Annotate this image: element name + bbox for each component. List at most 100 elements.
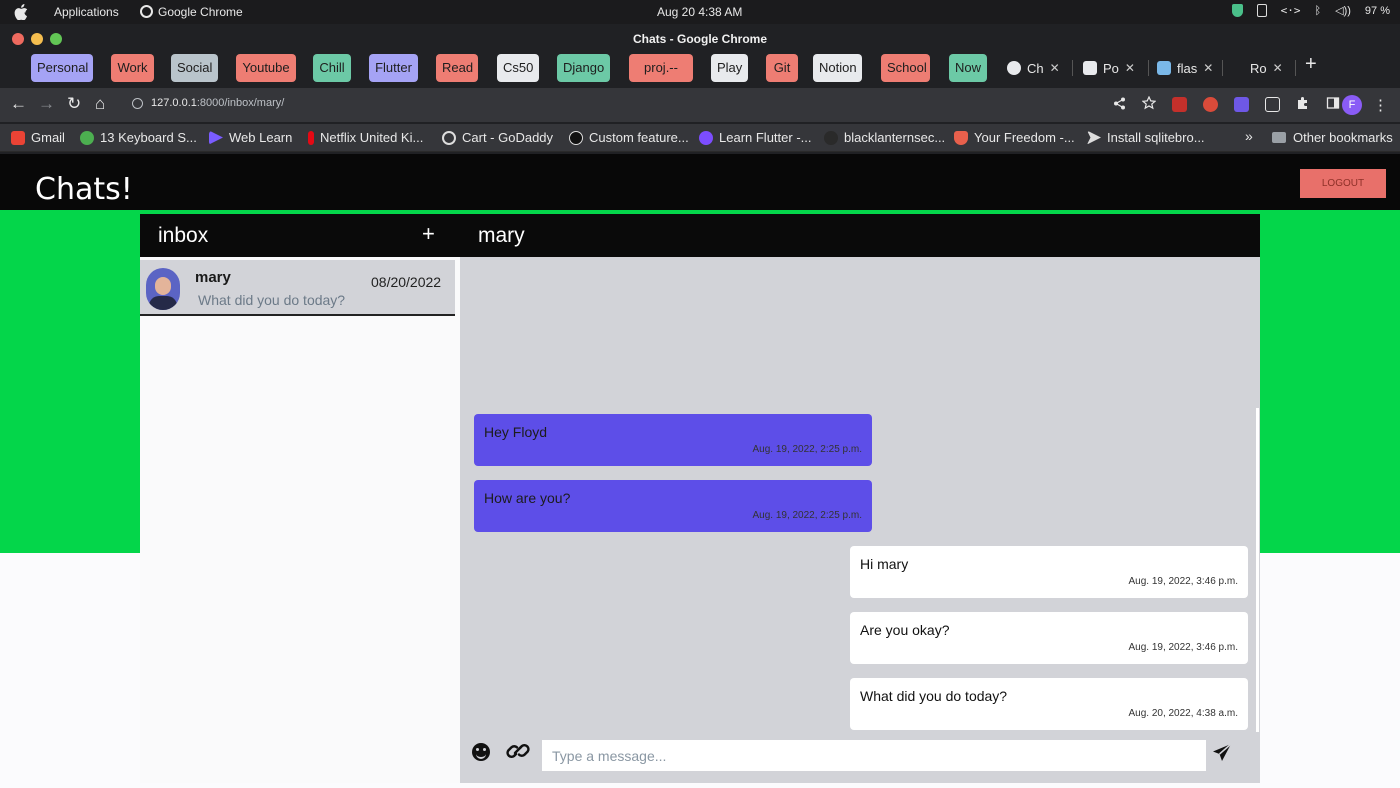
code-icon[interactable]: <·> xyxy=(1281,4,1301,17)
youtube-extension-icon[interactable] xyxy=(1172,97,1187,112)
tab-chats[interactable]: Ch ✕ xyxy=(1007,56,1060,80)
bookmarks-overflow-button[interactable]: » xyxy=(1245,128,1253,144)
site-info-icon[interactable] xyxy=(132,97,143,109)
tab-group-chill[interactable]: Chill xyxy=(313,54,351,82)
tab-divider xyxy=(1148,60,1149,76)
other-bookmarks-label: Other bookmarks xyxy=(1293,130,1393,145)
other-bookmarks-folder[interactable]: Other bookmarks xyxy=(1272,130,1393,145)
vpn-shield-icon[interactable] xyxy=(1231,4,1243,17)
avatar-head xyxy=(155,277,171,295)
message-text: How are you? xyxy=(484,490,571,506)
chrome-menu-button[interactable]: ⋮ xyxy=(1373,96,1388,114)
tab-group-play[interactable]: Play xyxy=(711,54,748,82)
address-bar[interactable]: 127.0.0.1:8000/inbox/mary/ xyxy=(132,97,284,109)
avatar xyxy=(146,268,180,310)
bookmarks-bar: Gmail 13 Keyboard S... Web Learn Netflix… xyxy=(0,124,1400,152)
close-tab-icon[interactable]: ✕ xyxy=(1125,61,1135,75)
tab-group-school[interactable]: School xyxy=(881,54,930,82)
tab-strip: Personal Work Social Youtube Chill Flutt… xyxy=(0,52,1400,103)
clock[interactable]: Aug 20 4:38 AM xyxy=(657,5,742,19)
minimize-window-button[interactable] xyxy=(31,33,43,45)
ublock-extension-icon[interactable] xyxy=(1203,97,1218,112)
attach-link-icon[interactable] xyxy=(506,740,530,767)
message-list[interactable]: Hey Floyd Aug. 19, 2022, 2:25 p.m. How a… xyxy=(460,257,1260,732)
logout-button[interactable]: LOGOUT xyxy=(1300,169,1386,198)
bookmark-gmail[interactable]: Gmail xyxy=(11,130,65,145)
applications-menu[interactable]: Applications xyxy=(54,5,119,19)
tab-group-git[interactable]: Git xyxy=(766,54,798,82)
bookmark-web-learn[interactable]: Web Learn xyxy=(209,130,292,145)
tab-group-youtube[interactable]: Youtube xyxy=(236,54,296,82)
inbox-title: inbox xyxy=(158,224,209,247)
send-icon[interactable] xyxy=(1212,743,1232,768)
battery-indicator[interactable]: 97 % xyxy=(1365,5,1390,17)
tab-label: Ch xyxy=(1027,60,1044,76)
clipboard-icon[interactable] xyxy=(1256,4,1267,17)
volume-icon[interactable]: ◁)) xyxy=(1335,4,1351,17)
bookmark-custom-feature[interactable]: Custom feature... xyxy=(569,130,689,145)
tab-group-personal[interactable]: Personal xyxy=(31,54,93,82)
chrome-app-label: Google Chrome xyxy=(158,5,243,19)
message-incoming: How are you? Aug. 19, 2022, 2:25 p.m. xyxy=(474,480,872,532)
bookmark-sqlitebrowser[interactable]: Install sqlitebro... xyxy=(1087,130,1205,145)
new-chat-button[interactable]: + xyxy=(422,221,435,247)
message-scrollbar[interactable] xyxy=(1256,408,1259,733)
forward-button[interactable]: → xyxy=(38,94,55,114)
home-button[interactable]: ⌂ xyxy=(95,94,105,114)
chrome-app-menu[interactable]: Google Chrome xyxy=(140,4,243,19)
tab-label: Po xyxy=(1103,60,1119,76)
profile-avatar[interactable]: F xyxy=(1342,95,1362,115)
close-tab-icon[interactable]: ✕ xyxy=(1273,61,1283,75)
tab-group-django[interactable]: Django xyxy=(557,54,610,82)
apple-icon[interactable] xyxy=(14,4,28,20)
message-input[interactable] xyxy=(542,740,1206,771)
bookmark-star-icon[interactable] xyxy=(1141,95,1157,113)
bookmark-learn-flutter[interactable]: Learn Flutter -... xyxy=(699,130,811,145)
bluetooth-icon[interactable]: ᛒ xyxy=(1315,5,1322,17)
tab-group-notion[interactable]: Notion xyxy=(813,54,862,82)
message-outgoing: Hi mary Aug. 19, 2022, 3:46 p.m. xyxy=(850,546,1248,598)
bookmark-label: Your Freedom -... xyxy=(974,130,1075,145)
bookmark-blacklantern[interactable]: blacklanternsec... xyxy=(824,130,945,145)
back-button[interactable]: ← xyxy=(10,94,27,114)
site-brand[interactable]: Chats! xyxy=(35,172,133,207)
tab-po[interactable]: Po ✕ xyxy=(1083,56,1135,80)
share-icon[interactable] xyxy=(1113,97,1126,113)
tab-flask[interactable]: flas ✕ xyxy=(1157,56,1213,80)
tab-group-proj-ref[interactable]: proj.--ref. xyxy=(629,54,693,103)
emoji-icon[interactable] xyxy=(472,743,490,761)
bookmark-netflix[interactable]: Netflix United Ki... xyxy=(308,130,423,145)
play-icon xyxy=(209,130,223,145)
bookmark-keyboard[interactable]: 13 Keyboard S... xyxy=(80,130,197,145)
web-page: Chats! LOGOUT inbox + mary 08/20/2022 Wh… xyxy=(0,154,1400,788)
maximize-window-button[interactable] xyxy=(50,33,62,45)
window-controls xyxy=(12,33,62,45)
tab-group-social[interactable]: Social xyxy=(171,54,218,82)
url-host: 127.0.0.1 xyxy=(151,97,197,109)
tab-divider xyxy=(1295,60,1296,76)
tab-group-work[interactable]: Work xyxy=(111,54,154,82)
close-tab-icon[interactable]: ✕ xyxy=(1203,61,1213,75)
new-tab-button[interactable]: + xyxy=(1305,53,1317,76)
close-window-button[interactable] xyxy=(12,33,24,45)
circle-icon xyxy=(569,130,583,145)
tab-group-flutter[interactable]: Flutter xyxy=(369,54,418,82)
message-timestamp: Aug. 19, 2022, 3:46 p.m. xyxy=(1128,576,1238,587)
tab-group-now[interactable]: Now xyxy=(949,54,987,82)
tab-group-read[interactable]: Read xyxy=(436,54,478,82)
side-panel-icon[interactable] xyxy=(1326,96,1340,113)
extension-icon[interactable] xyxy=(1234,97,1249,112)
bookmark-godaddy[interactable]: Cart - GoDaddy xyxy=(442,130,553,145)
inbox-thread[interactable]: mary 08/20/2022 What did you do today? xyxy=(140,260,455,316)
close-tab-icon[interactable]: ✕ xyxy=(1050,61,1060,75)
tab-label: flas xyxy=(1177,60,1198,76)
bookmark-your-freedom[interactable]: Your Freedom -... xyxy=(954,130,1075,145)
tab-ro[interactable]: Ro ✕ xyxy=(1250,56,1283,80)
extensions-puzzle-icon[interactable] xyxy=(1296,96,1310,113)
reload-button[interactable]: ↻ xyxy=(67,94,81,114)
screenshot-extension-icon[interactable] xyxy=(1265,97,1280,112)
page-icon xyxy=(1083,61,1097,75)
folder-icon xyxy=(1272,132,1286,143)
godaddy-icon xyxy=(442,130,456,145)
tab-group-cs50[interactable]: Cs50 xyxy=(497,54,539,82)
